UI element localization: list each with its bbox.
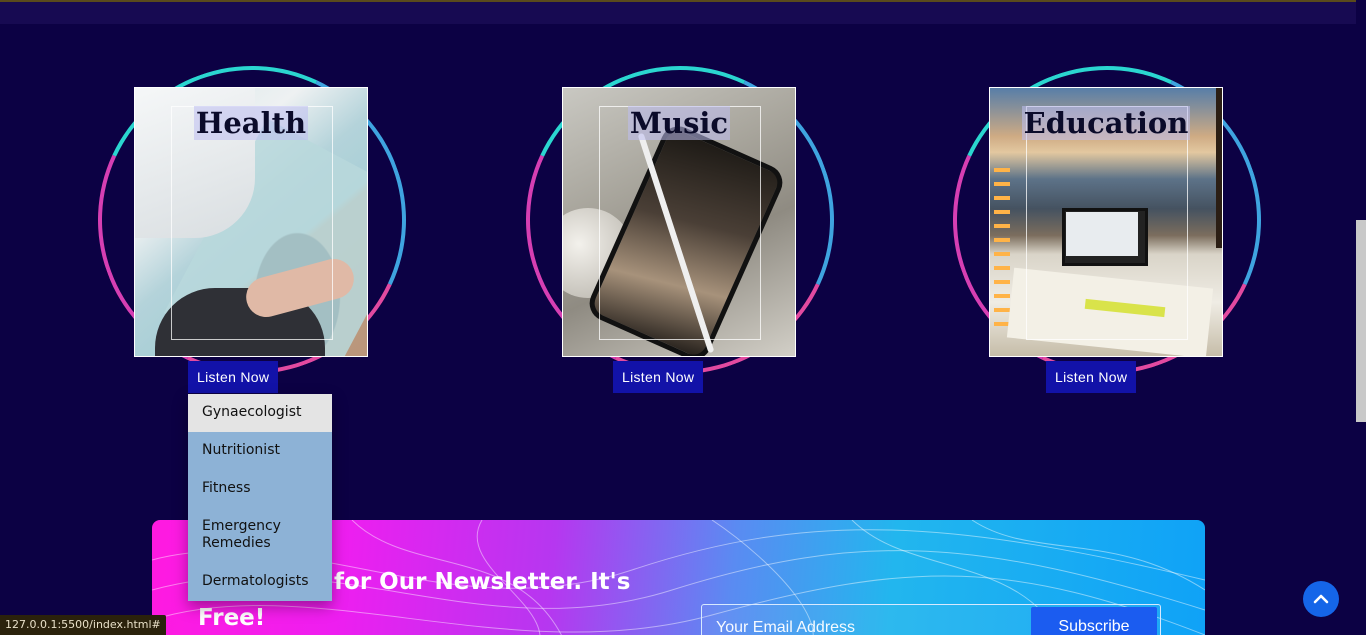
- subscribe-button[interactable]: Subscribe: [1031, 607, 1157, 635]
- card-title: Music: [627, 106, 731, 140]
- status-bar-url: 127.0.0.1:5500/index.html#: [0, 615, 166, 635]
- page: Health Listen Now Music Listen Now Educa…: [0, 0, 1366, 635]
- listen-now-button-music[interactable]: Listen Now: [613, 361, 704, 393]
- card-health: Health Listen Now: [54, 22, 450, 418]
- newsletter-form: Your Email Address Subscribe: [701, 604, 1161, 635]
- health-image: Health: [134, 87, 368, 357]
- card-title: Health: [193, 106, 309, 140]
- dropdown-item-gynaecologist[interactable]: Gynaecologist: [188, 394, 332, 432]
- music-image: Music: [562, 87, 796, 357]
- dropdown-item-fitness[interactable]: Fitness: [188, 470, 332, 508]
- education-image: Education: [989, 87, 1223, 357]
- health-dropdown-menu: Gynaecologist Nutritionist Fitness Emerg…: [188, 394, 332, 601]
- image-frame: [1026, 106, 1188, 340]
- card-title: Education: [1021, 106, 1191, 140]
- listen-now-button-health[interactable]: Listen Now: [188, 361, 279, 393]
- scroll-to-top-button[interactable]: [1303, 581, 1339, 617]
- image-frame: [599, 106, 761, 340]
- dropdown-item-nutritionist[interactable]: Nutritionist: [188, 432, 332, 470]
- dropdown-item-emergency-remedies[interactable]: Emergency Remedies: [188, 508, 332, 563]
- email-input[interactable]: Your Email Address: [716, 619, 1016, 635]
- card-music: Music Listen Now: [482, 22, 878, 418]
- top-bar: [0, 0, 1356, 24]
- scrollbar-thumb[interactable]: [1356, 220, 1366, 422]
- image-frame: [171, 106, 333, 340]
- listen-now-button-education[interactable]: Listen Now: [1046, 361, 1137, 393]
- dropdown-item-dermatologists[interactable]: Dermatologists: [188, 563, 332, 601]
- scrollbar[interactable]: [1356, 0, 1366, 635]
- card-education: Education Listen Now: [909, 22, 1305, 418]
- chevron-up-icon: [1313, 594, 1329, 604]
